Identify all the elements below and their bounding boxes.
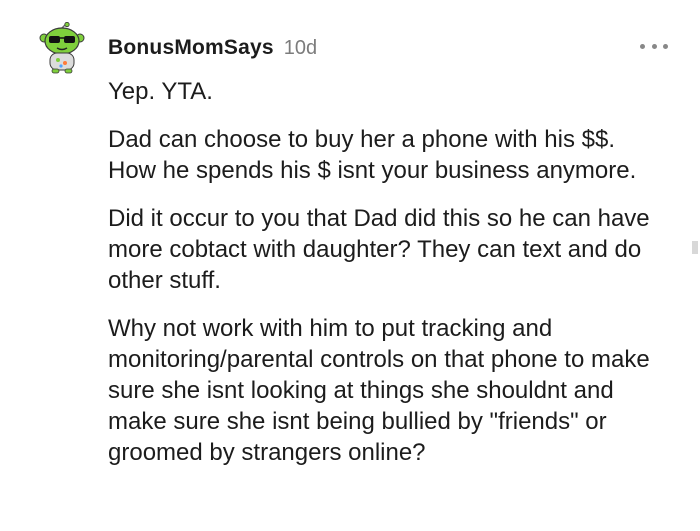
scrollbar-thumb[interactable]	[692, 241, 698, 254]
username-link[interactable]: BonusMomSays	[108, 36, 274, 60]
comment-paragraph: Dad can choose to buy her a phone with h…	[108, 126, 637, 184]
comment-paragraph: Yep. YTA.	[108, 78, 213, 105]
snoo-avatar-icon	[39, 21, 85, 74]
comment-body: Yep. YTA. Dad can choose to buy her a ph…	[108, 76, 668, 485]
more-options-icon	[640, 43, 645, 49]
user-avatar[interactable]	[36, 21, 88, 74]
more-options-button[interactable]	[640, 36, 668, 56]
comment: BonusMomSays 10d Yep. YTA. Dad can choos…	[0, 0, 700, 531]
more-options-icon	[651, 43, 657, 49]
comment-header: BonusMomSays 10d	[108, 36, 317, 64]
more-options-icon	[663, 43, 668, 49]
comment-age: 10d	[283, 37, 318, 59]
comment-paragraph: Did it occur to you that Dad did this so…	[108, 205, 650, 294]
comment-paragraph: Why not work with him to put tracking an…	[108, 315, 650, 466]
